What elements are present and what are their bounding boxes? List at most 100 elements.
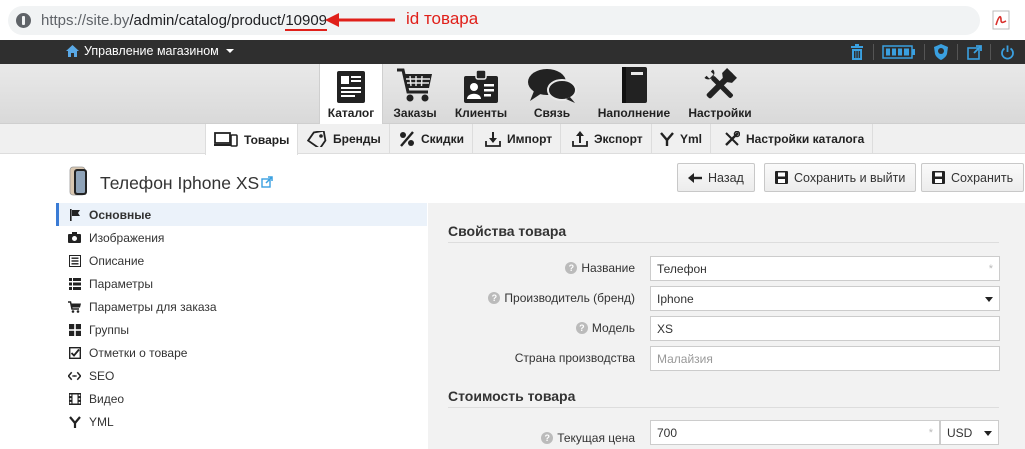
module-content[interactable]: Наполнение (596, 64, 672, 124)
menu-item-video[interactable]: Видео (56, 387, 427, 410)
divider (924, 44, 925, 60)
film-icon (68, 392, 81, 405)
tab-yml[interactable]: Yml (652, 124, 712, 154)
external-link-icon[interactable] (964, 42, 984, 62)
store-menu-label: Управление магазином (84, 44, 219, 58)
tools-icon (685, 64, 755, 106)
help-icon[interactable]: ? (541, 432, 554, 444)
required-mark: * (988, 263, 993, 275)
export-icon (572, 131, 588, 147)
save-and-exit-button[interactable]: Сохранить и выйти (764, 163, 917, 192)
module-orders[interactable]: Заказы (389, 64, 441, 124)
yml-icon (660, 132, 674, 146)
yml-icon (68, 415, 81, 428)
code-icon (68, 369, 81, 382)
product-thumbnail (69, 166, 87, 196)
help-icon[interactable]: ? (575, 322, 588, 334)
home-icon (66, 45, 79, 57)
tab-brands[interactable]: Бренды (299, 124, 390, 154)
country-field[interactable]: Малайзия (650, 346, 1000, 371)
tag-icon (307, 131, 327, 147)
product-id-in-url: 10909 (285, 12, 328, 31)
product-form-panel: Свойства товара ? Название Телефон * ? П… (428, 203, 1025, 449)
divider (873, 44, 874, 60)
model-field-label: ? Модель (575, 321, 635, 335)
tab-export[interactable]: Экспорт (564, 124, 652, 154)
menu-item-product-marks[interactable]: Отметки о товаре (56, 341, 427, 364)
module-settings[interactable]: Настройки (685, 64, 755, 124)
divider (957, 44, 958, 60)
price-field[interactable]: 700 * (650, 420, 940, 445)
menu-item-parameters[interactable]: Параметры (56, 272, 427, 295)
annotation-arrow-icon (325, 13, 395, 27)
menu-item-seo[interactable]: SEO (56, 364, 427, 387)
menu-item-order-parameters[interactable]: Параметры для заказа (56, 295, 427, 318)
browser-address-bar-area: https://site.by/admin/catalog/product/10… (0, 0, 1025, 40)
section-title-properties: Свойства товара (448, 223, 567, 239)
currency-select[interactable]: USD (940, 420, 999, 445)
module-communication[interactable]: Связь (520, 64, 584, 124)
save-button[interactable]: Сохранить (921, 163, 1025, 192)
site-info-icon[interactable] (16, 13, 31, 28)
section-title-price: Стоимость товара (448, 388, 576, 404)
grid-icon (68, 323, 81, 336)
import-icon (485, 132, 501, 147)
battery-icon[interactable] (880, 42, 918, 62)
menu-item-yml[interactable]: YML (56, 410, 427, 433)
brand-select[interactable]: Iphone (650, 286, 1000, 311)
module-catalog[interactable]: Каталог (319, 64, 383, 125)
module-clients[interactable]: Клиенты (451, 64, 511, 124)
product-sections-menu: Основные Изображения Описание Параметры … (56, 203, 427, 433)
required-mark: * (928, 427, 933, 439)
arrow-left-icon (688, 172, 702, 183)
document-icon (68, 254, 81, 267)
divider (448, 242, 999, 243)
catalog-icon (320, 64, 382, 106)
module-bar: Каталог Заказы Клиенты Связь Наполнение … (0, 64, 1025, 125)
tab-catalog-settings[interactable]: Настройки каталога (716, 124, 874, 154)
tab-products[interactable]: Товары (205, 124, 299, 155)
store-management-menu[interactable]: Управление магазином (66, 44, 234, 58)
pdf-extension-icon[interactable] (992, 10, 1010, 30)
menu-item-images[interactable]: Изображения (56, 226, 427, 249)
devices-icon (214, 132, 238, 147)
brand-field-label: ? Производитель (бренд) (488, 291, 635, 305)
clients-icon (451, 64, 511, 106)
page-title: Телефон Iphone XS (100, 173, 260, 193)
power-icon[interactable] (997, 42, 1017, 62)
chevron-down-icon (985, 297, 993, 302)
tab-discounts[interactable]: Скидки (391, 124, 474, 154)
floppy-icon (775, 171, 788, 184)
address-bar[interactable]: https://site.by/admin/catalog/product/10… (8, 6, 980, 35)
book-icon (596, 64, 672, 106)
name-field[interactable]: Телефон * (650, 256, 1000, 281)
shield-icon[interactable] (931, 42, 951, 62)
floppy-icon (932, 171, 945, 184)
help-icon[interactable]: ? (488, 292, 501, 304)
menu-item-description[interactable]: Описание (56, 249, 427, 272)
chevron-down-icon (984, 431, 992, 436)
camera-icon (68, 231, 81, 244)
tab-import[interactable]: Импорт (477, 124, 562, 154)
external-link-icon[interactable] (261, 176, 273, 188)
chat-icon (520, 64, 584, 106)
percent-icon (400, 131, 414, 147)
name-field-label: ? Название (565, 261, 635, 275)
price-field-label: ? Текущая цена (541, 431, 635, 445)
divider (448, 407, 999, 408)
divider (990, 44, 991, 60)
list-icon (68, 277, 81, 290)
checkbox-icon (68, 346, 81, 359)
menu-item-main[interactable]: Основные (56, 203, 427, 226)
url-text[interactable]: https://site.by/admin/catalog/product/10… (41, 12, 328, 31)
back-button[interactable]: Назад (677, 163, 755, 192)
chevron-down-icon (225, 49, 234, 53)
cart-icon (389, 64, 441, 106)
menu-item-groups[interactable]: Группы (56, 318, 427, 341)
sub-tab-bar: Товары Бренды Скидки Импорт Экспорт Yml … (0, 124, 1025, 155)
model-field[interactable]: XS (650, 316, 1000, 341)
tools-icon (725, 131, 740, 146)
trash-icon[interactable] (847, 42, 867, 62)
admin-top-bar: Управление магазином (0, 40, 1025, 64)
help-icon[interactable]: ? (565, 262, 578, 274)
